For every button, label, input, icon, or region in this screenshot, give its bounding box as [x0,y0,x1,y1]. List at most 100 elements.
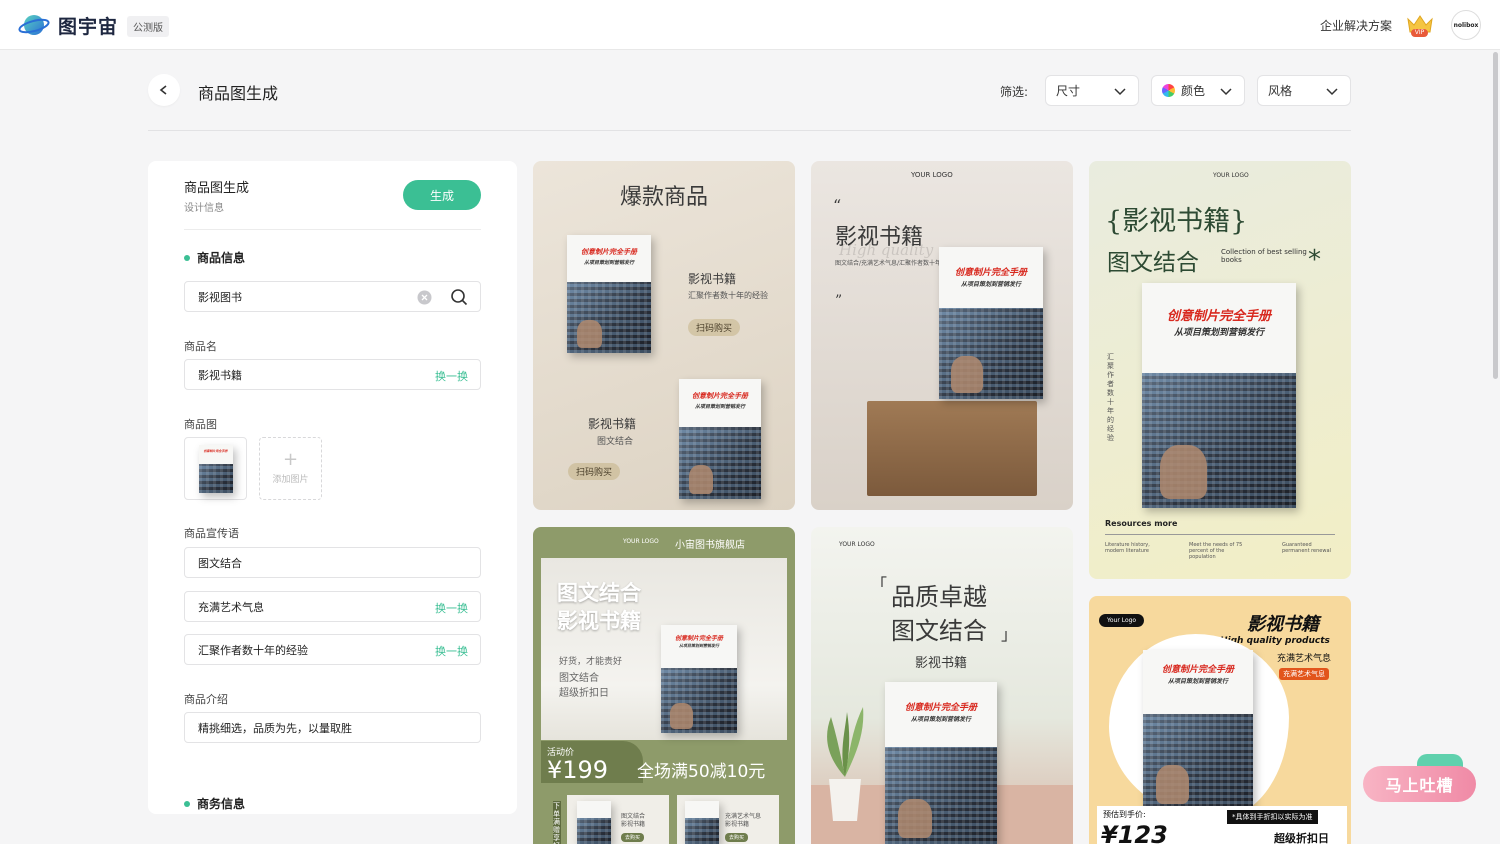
book-cover-image: 创意制片完全手册 从项目策划到营销发行 [661,625,737,733]
slogan-input-3[interactable]: 汇聚作者数十年的经验 换一换 [184,634,481,665]
slogan-label: 商品宣传语 [184,527,239,540]
business-info-section: 商务信息 [184,795,245,812]
result-card-2[interactable]: YOUR LOGO “ 影视书籍 High quality 图文结合/充满艺术气… [811,161,1073,510]
search-icon[interactable] [450,288,468,306]
book-title: 创意制片完全手册 [904,703,977,713]
chevron-down-icon [1220,88,1232,96]
book-title: 创意制片完全手册 [692,392,748,400]
chevron-down-icon [1326,88,1338,96]
promo-text: 全场满50减10元 [637,762,766,782]
feature-1: Literature history, modern literature [1105,542,1150,554]
card-title: 品质卓越 [891,583,987,611]
swap-button[interactable]: 换一换 [435,368,468,384]
result-card-1[interactable]: 爆款商品 创意制片完全手册 从项目策划到营销发行 影视书籍 汇聚作者数十年的经验… [533,161,795,510]
app-logo[interactable]: 图宇宙 [18,11,118,39]
result-card-6[interactable]: Your Logo 影视书籍 High quality products 充满艺… [1089,596,1351,844]
book-subtitle: 从项目策划到营销发行 [1167,678,1228,685]
book-subtitle: 从项目策划到营销发行 [910,716,971,723]
plant-icon [827,707,864,821]
page-scrollbar[interactable] [1493,52,1498,379]
card-desc: 汇聚作者数十年的经验 [688,291,768,300]
cover-hand [898,798,933,838]
swap-button[interactable]: 换一换 [435,643,468,659]
cover-hand [951,356,983,393]
estimated-price-label: 预估到手价: [1103,810,1146,819]
banner-line-2: 图文结合 [559,673,599,684]
header-divider [148,130,1351,131]
banner-line-1: 好货，才能贵好 [559,657,623,667]
book-title: 创意制片完全手册 [954,268,1027,278]
enterprise-solutions-link[interactable]: 企业解决方案 [1320,17,1392,34]
color-filter-dropdown[interactable]: 颜色 [1151,75,1245,106]
section-dot [184,800,190,807]
style-filter-label: 风格 [1268,84,1293,98]
card-name: 影视书籍 [588,417,637,431]
card-title: 爆款商品 [619,185,708,210]
card-logo: Your Logo [1099,614,1145,627]
result-card-3[interactable]: YOUR LOGO {影视书籍} 图文结合 Collection of best… [1089,161,1351,579]
product-image-thumbnail[interactable]: 创意制片完全手册 [184,437,247,500]
app-name: 图宇宙 [58,15,119,38]
book-subtitle: 从项目策划到营销发行 [1173,328,1264,338]
cover-hand [1160,445,1207,499]
resources-label: Resources more [1105,519,1178,528]
product-name-input[interactable]: 影视书籍 换一换 [184,359,481,390]
card-logo: YOUR LOGO [623,538,659,545]
book-cover-image: 创意制片完全手册 从项目策划到营销发行 [567,235,651,353]
product-image-label: 商品图 [184,418,217,431]
book-subtitle: 从项目策划到营销发行 [960,281,1021,288]
panel-subtitle: 设计信息 [184,203,224,214]
book-cover-image: 创意制片完全手册 从项目策划到营销发行 [939,247,1043,399]
panel-title: 商品图生成 [184,181,250,196]
asterisk-icon: * [1308,245,1321,275]
scan-buy-tag: 扫码购买 [568,463,621,480]
card-subtitle: 图文结合 [1107,250,1199,276]
result-card-4[interactable]: YOUR LOGO 小宙图书旗舰店 图文结合 影视书籍 好货，才能贵好 图文结合… [533,527,795,844]
result-card-5[interactable]: YOUR LOGO 「 品质卓越 图文结合 」 影视书籍 创意制片完全手册 从项… [811,527,1073,844]
intro-label: 商品介绍 [184,693,228,706]
cover-hand [1156,765,1190,804]
color-filter-label: 颜色 [1181,84,1206,98]
buy-button: 去购买 [621,833,645,842]
banner-title-1: 图文结合 [557,580,641,605]
feedback-button[interactable]: 马上吐槽 [1363,766,1476,802]
book-title: 创意制片完全手册 [1166,309,1271,324]
cover-hand [670,702,693,729]
feedback-label: 马上吐槽 [1385,776,1454,795]
size-filter-dropdown[interactable]: 尺寸 [1045,75,1139,106]
vip-badge: VIP [1411,29,1428,37]
intro-value: 精挑细选，品质为先，以量取胜 [198,721,352,735]
planet-logo-icon [18,15,50,35]
style-filter-dropdown[interactable]: 风格 [1257,75,1351,106]
add-image-button[interactable]: + 添加图片 [259,437,322,500]
card-logo: YOUR LOGO [1213,172,1249,179]
generate-button[interactable]: 生成 [403,180,481,210]
clear-icon[interactable] [417,290,432,305]
search-value: 影视图书 [198,290,242,304]
product-name-value: 影视书籍 [198,368,242,382]
mini-label: 影视书籍 [621,821,646,828]
cover-hand [688,465,714,495]
card-divider [1105,534,1335,535]
product-search-input[interactable]: 影视图书 [184,281,481,312]
intro-input[interactable]: 精挑细选，品质为先，以量取胜 [184,712,481,743]
slogan-input-1[interactable]: 图文结合 [184,547,481,578]
slogan-value: 图文结合 [198,556,242,570]
beta-badge: 公测版 [127,16,169,37]
card-subtitle: 图文结合 [891,617,987,645]
add-image-label: 添加图片 [272,475,309,485]
slogan-input-2[interactable]: 充满艺术气息 换一换 [184,591,481,622]
book-cover-image: 创意制片完全手册 从项目策划到营销发行 [679,379,761,499]
super-discount-day: 超级折扣日 [1274,832,1329,844]
swap-button[interactable]: 换一换 [435,600,468,616]
art-text: 充满艺术气息 [1277,654,1332,664]
cover-art [577,818,611,844]
book-subtitle: 从项目策划到营销发行 [694,404,745,410]
overlay-text: High quality [839,241,934,259]
card-title: 影视书籍 [1247,614,1319,635]
section-dot [184,254,190,261]
back-button[interactable] [148,74,180,106]
cover-art [198,463,233,493]
scan-buy-tag: 扫码购买 [688,319,741,336]
user-avatar[interactable]: nolibox [1451,10,1481,40]
